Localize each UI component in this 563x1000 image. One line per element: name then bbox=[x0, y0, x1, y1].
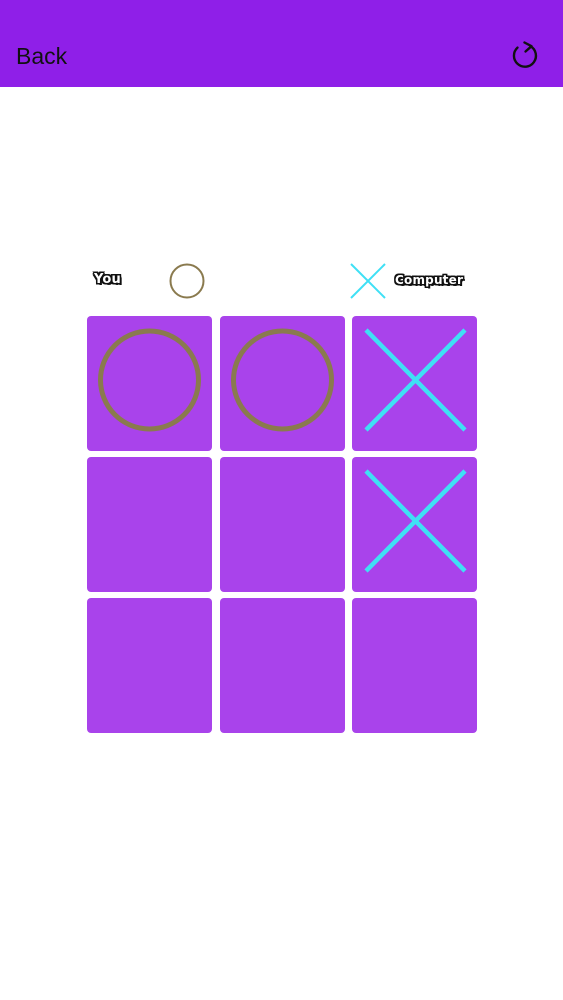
board-cell-r2-c1[interactable] bbox=[87, 457, 212, 592]
back-button[interactable]: Back bbox=[16, 40, 67, 72]
x-mark-icon bbox=[364, 328, 467, 432]
board-cell-r2-c3[interactable] bbox=[352, 457, 477, 592]
x-mark-icon bbox=[364, 469, 467, 573]
board-cell-r1-c2[interactable] bbox=[220, 316, 345, 451]
you-marker-o-icon bbox=[168, 262, 206, 300]
o-mark-icon bbox=[231, 328, 334, 432]
board-cell-r1-c1[interactable] bbox=[87, 316, 212, 451]
restart-icon bbox=[512, 41, 538, 68]
board-cell-r2-c2[interactable] bbox=[220, 457, 345, 592]
board-cell-r1-c3[interactable] bbox=[352, 316, 477, 451]
restart-button[interactable] bbox=[508, 40, 540, 72]
board-cell-r3-c2[interactable] bbox=[220, 598, 345, 733]
you-label: You bbox=[94, 272, 122, 287]
top-bar: Back bbox=[0, 0, 563, 87]
o-mark-icon bbox=[98, 328, 201, 432]
game-board bbox=[87, 316, 477, 734]
computer-label: Computer bbox=[395, 273, 464, 287]
board-cell-r3-c1[interactable] bbox=[87, 598, 212, 733]
computer-marker-x-icon bbox=[349, 262, 387, 300]
board-cell-r3-c3[interactable] bbox=[352, 598, 477, 733]
